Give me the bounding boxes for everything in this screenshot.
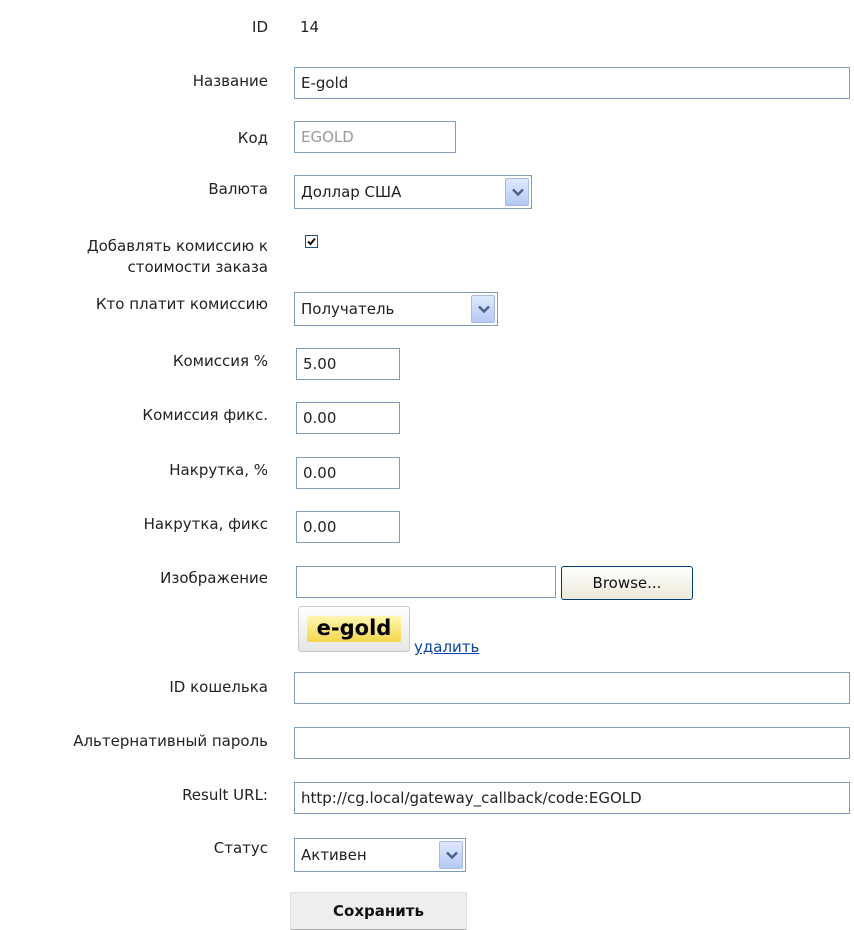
code-input: EGOLD xyxy=(294,121,456,153)
add-commission-label-line1: Добавлять комиссию к xyxy=(86,237,268,255)
image-file-input[interactable] xyxy=(296,566,556,598)
commission-fixed-label: Комиссия фикс. xyxy=(142,406,268,424)
code-label: Код xyxy=(237,129,268,147)
name-label: Название xyxy=(192,72,268,90)
commission-pct-label: Комиссия % xyxy=(172,352,268,370)
commission-pct-input[interactable]: 5.00 xyxy=(296,348,400,380)
chevron-down-icon[interactable] xyxy=(505,178,529,206)
current-image-preview: e-gold xyxy=(298,606,410,652)
currency-label: Валюта xyxy=(208,180,268,198)
currency-selected-value: Доллар США xyxy=(301,183,402,201)
add-commission-checkbox[interactable] xyxy=(305,235,318,248)
wallet-id-input[interactable] xyxy=(294,672,850,704)
status-select[interactable]: Активен xyxy=(294,838,466,872)
egold-logo: e-gold xyxy=(307,616,401,642)
markup-pct-label: Накрутка, % xyxy=(169,461,268,479)
chevron-down-icon[interactable] xyxy=(439,841,463,869)
currency-select[interactable]: Доллар США xyxy=(294,175,532,209)
status-label: Статус xyxy=(213,839,268,857)
alt-password-input[interactable] xyxy=(294,727,850,759)
who-pays-selected-value: Получатель xyxy=(301,300,395,318)
chevron-down-icon[interactable] xyxy=(471,295,495,323)
who-pays-select[interactable]: Получатель xyxy=(294,292,498,326)
result-url-label: Result URL: xyxy=(182,786,268,804)
wallet-id-label: ID кошелька xyxy=(169,678,268,696)
commission-fixed-input[interactable]: 0.00 xyxy=(296,402,400,434)
delete-image-link[interactable]: удалить xyxy=(414,637,479,657)
id-value: 14 xyxy=(300,18,320,36)
status-selected-value: Активен xyxy=(301,846,367,864)
name-input[interactable]: E-gold xyxy=(294,67,850,99)
add-commission-label-line2: стоимости заказа xyxy=(127,258,269,276)
save-button[interactable]: Сохранить xyxy=(290,892,467,930)
result-url-input[interactable]: http://cg.local/gateway_callback/code:EG… xyxy=(294,782,850,814)
id-label: ID xyxy=(252,18,268,36)
alt-password-label: Альтернативный пароль xyxy=(73,732,268,750)
who-pays-label: Кто платит комиссию xyxy=(95,295,268,313)
markup-fixed-label: Накрутка, фикс xyxy=(143,515,268,533)
markup-pct-input[interactable]: 0.00 xyxy=(296,457,400,489)
markup-fixed-input[interactable]: 0.00 xyxy=(296,511,400,543)
image-label: Изображение xyxy=(160,569,268,587)
browse-button[interactable]: Browse... xyxy=(561,566,693,600)
